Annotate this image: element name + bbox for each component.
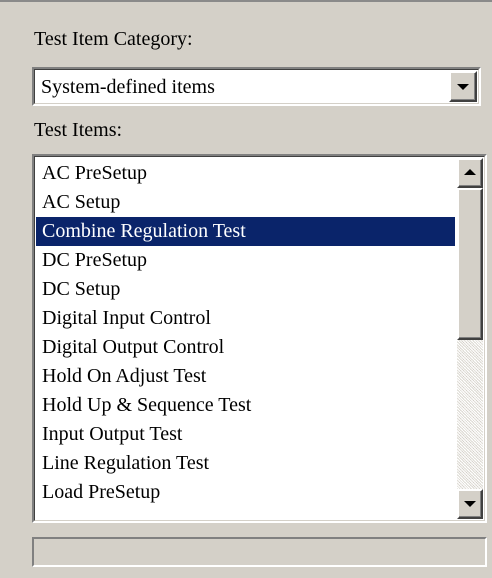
- list-item[interactable]: DC PreSetup: [36, 246, 455, 275]
- status-bar: [32, 537, 487, 567]
- list-item[interactable]: Load PreSetup: [36, 478, 455, 507]
- list-item[interactable]: AC Setup: [36, 188, 455, 217]
- scroll-up-arrow-icon: [464, 169, 476, 175]
- category-dropdown-button[interactable]: [449, 71, 477, 102]
- list-item[interactable]: Hold On Adjust Test: [36, 362, 455, 391]
- test-item-panel: Test Item Category: System-defined items…: [0, 0, 492, 578]
- scroll-up-button[interactable]: [457, 158, 483, 188]
- list-item[interactable]: Hold Up & Sequence Test: [36, 391, 455, 420]
- scroll-thumb[interactable]: [457, 188, 483, 340]
- list-item[interactable]: Digital Input Control: [36, 304, 455, 333]
- list-item[interactable]: Input Output Test: [36, 420, 455, 449]
- test-items-list: AC PreSetup AC Setup Combine Regulation Te…: [36, 159, 455, 521]
- chevron-down-icon: [457, 83, 469, 90]
- scroll-down-button[interactable]: [457, 489, 483, 519]
- list-item[interactable]: DC Setup: [36, 275, 455, 304]
- list-item[interactable]: Line Regulation Test: [36, 449, 455, 478]
- scroll-down-arrow-icon: [464, 501, 476, 507]
- category-combobox[interactable]: System-defined items: [32, 67, 481, 106]
- test-items-label: Test Items:: [34, 119, 123, 141]
- test-items-listbox[interactable]: AC PreSetup AC Setup Combine Regulation Te…: [32, 154, 487, 523]
- vertical-scrollbar[interactable]: [457, 158, 483, 519]
- list-item[interactable]: Digital Output Control: [36, 333, 455, 362]
- list-item-selected[interactable]: Combine Regulation Test: [36, 217, 455, 246]
- category-selected-value: System-defined items: [41, 76, 215, 98]
- category-label: Test Item Category:: [34, 28, 193, 50]
- list-item[interactable]: AC PreSetup: [36, 159, 455, 188]
